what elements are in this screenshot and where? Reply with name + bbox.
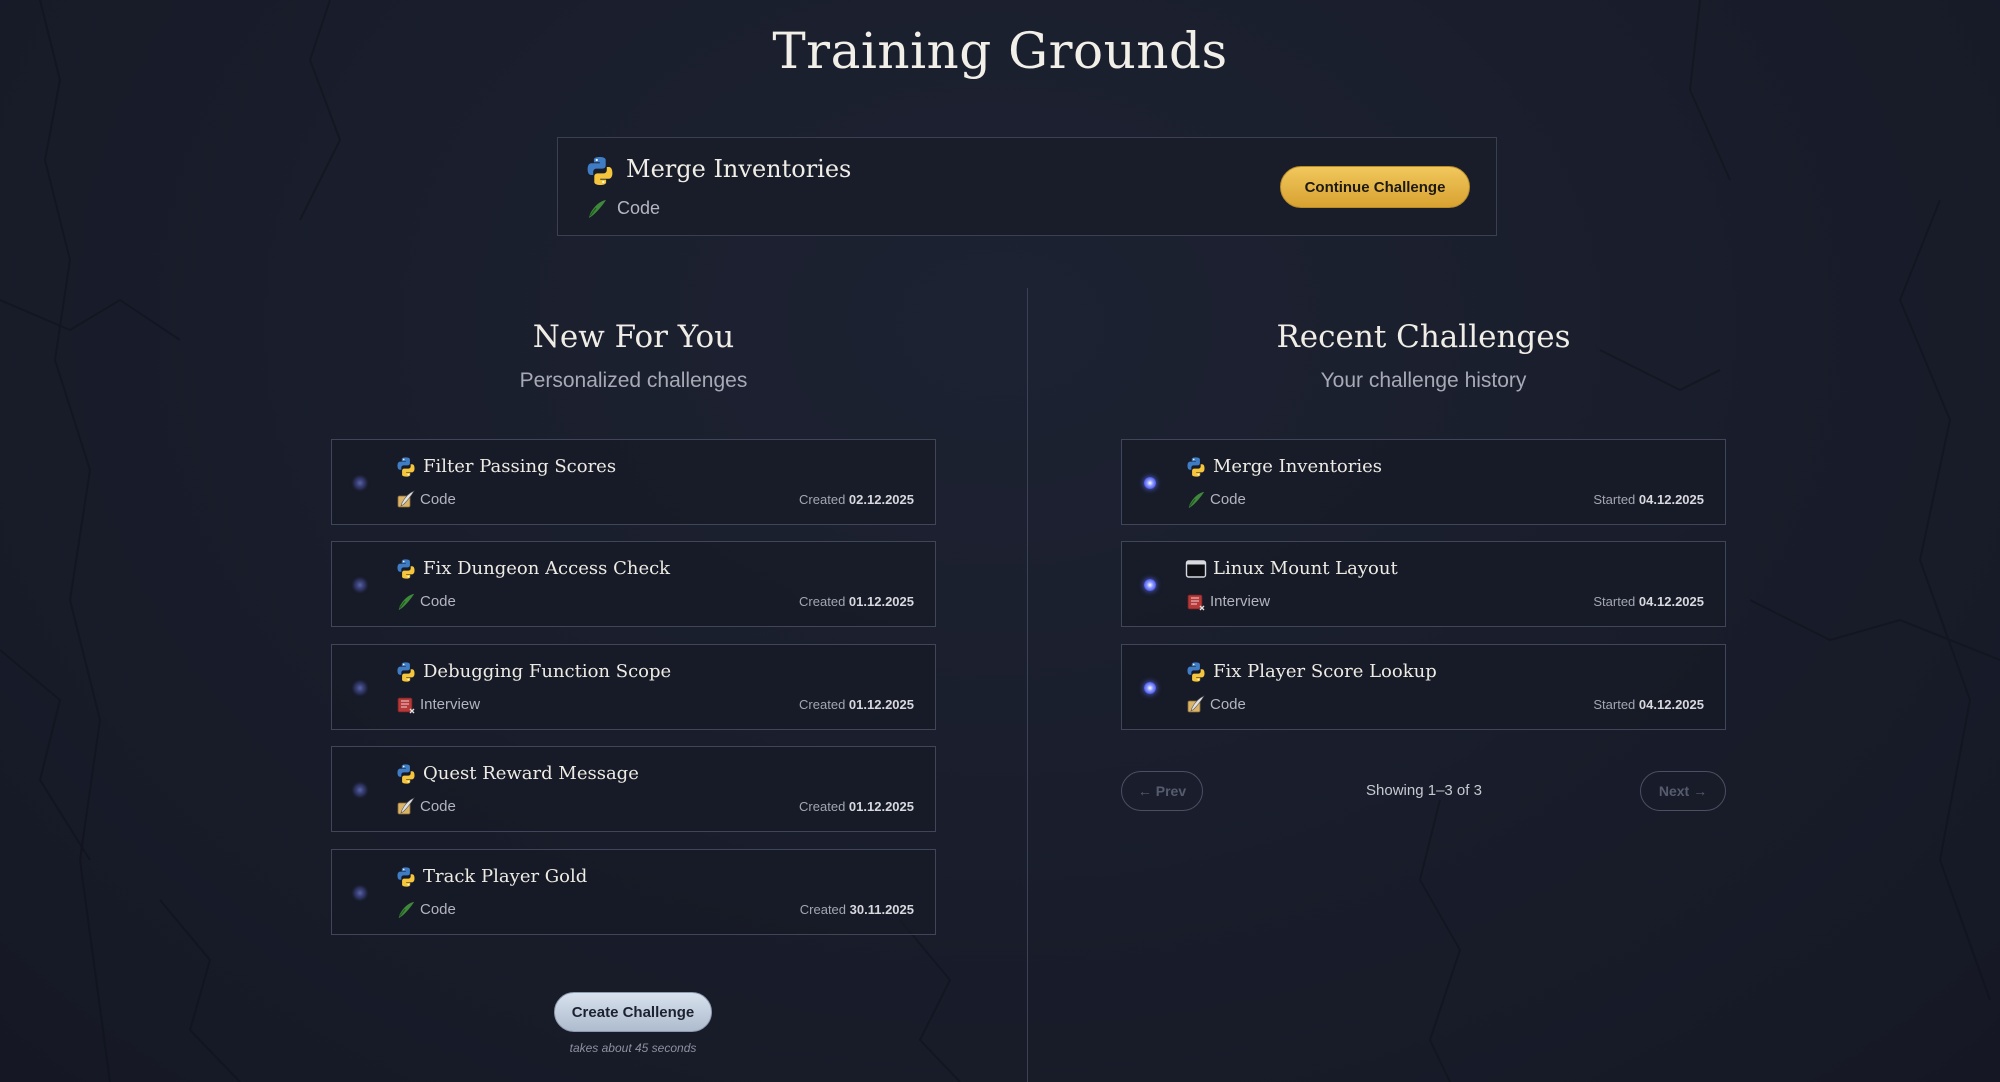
status-dot (1144, 477, 1156, 489)
challenge-date: Started 04.12.2025 (1593, 697, 1704, 712)
recent-challenges-subtitle: Your challenge history (1320, 369, 1527, 392)
quill-icon (1186, 490, 1206, 510)
status-dot (354, 887, 366, 899)
challenge-category: Interview (420, 696, 481, 713)
featured-challenge-card[interactable]: Merge Inventories Code Continue Challeng… (557, 137, 1497, 236)
challenge-category: Code (1210, 696, 1246, 713)
python-icon (587, 157, 613, 185)
book-icon (1186, 592, 1206, 612)
recent-challenges-title: Recent Challenges (1276, 319, 1571, 355)
continue-challenge-button[interactable]: Continue Challenge (1280, 166, 1470, 208)
challenge-date: Started 04.12.2025 (1593, 492, 1704, 507)
challenge-card[interactable]: Merge Inventories Code Started 04.12.202… (1121, 439, 1726, 525)
challenge-card[interactable]: Quest Reward Message Code Created 01.12.… (331, 746, 936, 832)
scroll-quill-icon (396, 797, 416, 817)
column-divider (1027, 288, 1028, 1082)
status-dot (354, 579, 366, 591)
status-dot (1144, 579, 1156, 591)
challenge-card[interactable]: Debugging Function Scope Interview Creat… (331, 644, 936, 730)
status-dot (354, 682, 366, 694)
terminal-icon (1185, 560, 1207, 578)
create-challenge-button[interactable]: Create Challenge (554, 992, 712, 1032)
pagination-status: Showing 1–3 of 3 (1366, 782, 1482, 799)
book-icon (396, 695, 416, 715)
challenge-title: Quest Reward Message (423, 763, 639, 784)
challenge-card[interactable]: Fix Player Score Lookup Code Started 04.… (1121, 644, 1726, 730)
challenge-title: Fix Dungeon Access Check (423, 558, 671, 579)
status-dot (1144, 682, 1156, 694)
challenge-date: Started 04.12.2025 (1593, 594, 1704, 609)
create-challenge-note: takes about 45 seconds (569, 1041, 697, 1055)
featured-challenge-category: Code (617, 198, 661, 218)
python-icon (395, 661, 417, 683)
challenge-category: Interview (1210, 593, 1271, 610)
page-title: Training Grounds (772, 22, 1228, 80)
challenge-category: Code (420, 593, 456, 610)
quill-icon (396, 900, 416, 920)
challenge-card[interactable]: Filter Passing Scores Code Created 02.12… (331, 439, 936, 525)
next-page-button[interactable]: Next → (1640, 771, 1726, 811)
challenge-category: Code (420, 798, 456, 815)
challenge-title: Linux Mount Layout (1213, 558, 1398, 579)
challenge-category: Code (1210, 491, 1246, 508)
challenge-title: Fix Player Score Lookup (1213, 661, 1437, 682)
python-icon (1185, 456, 1207, 478)
challenge-title: Track Player Gold (423, 866, 588, 887)
challenge-category: Code (420, 491, 456, 508)
quill-icon (396, 592, 416, 612)
challenge-card[interactable]: Fix Dungeon Access Check Code Created 01… (331, 541, 936, 627)
python-icon (395, 558, 417, 580)
featured-challenge-title: Merge Inventories (626, 155, 852, 183)
python-icon (395, 866, 417, 888)
challenge-title: Debugging Function Scope (423, 661, 672, 682)
new-for-you-title: New For You (532, 319, 735, 355)
python-icon (1185, 661, 1207, 683)
challenge-date: Created 01.12.2025 (799, 594, 914, 609)
scroll-quill-icon (396, 490, 416, 510)
challenge-card[interactable]: Linux Mount Layout Interview Started 04.… (1121, 541, 1726, 627)
challenge-title: Filter Passing Scores (423, 456, 617, 477)
challenge-date: Created 01.12.2025 (799, 697, 914, 712)
challenge-card[interactable]: Track Player Gold Code Created 30.11.202… (331, 849, 936, 935)
python-icon (395, 763, 417, 785)
scroll-quill-icon (1186, 695, 1206, 715)
challenge-date: Created 30.11.2025 (799, 902, 914, 917)
prev-page-button[interactable]: ← Prev (1121, 771, 1203, 811)
challenge-category: Code (420, 901, 456, 918)
quill-icon (589, 200, 606, 218)
challenge-date: Created 02.12.2025 (799, 492, 914, 507)
new-for-you-subtitle: Personalized challenges (519, 369, 748, 392)
status-dot (354, 784, 366, 796)
python-icon (395, 456, 417, 478)
challenge-title: Merge Inventories (1213, 456, 1383, 477)
status-dot (354, 477, 366, 489)
challenge-date: Created 01.12.2025 (799, 799, 914, 814)
